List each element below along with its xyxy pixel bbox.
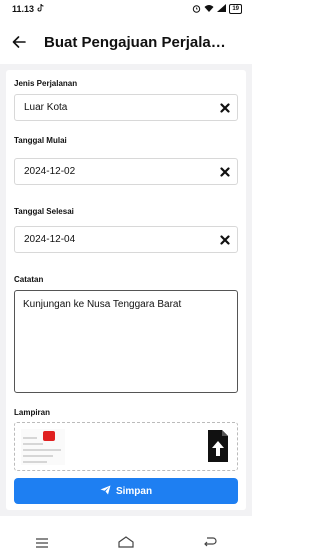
clear-jenis-icon[interactable] [219,102,231,114]
lampiran-label: Lampiran [14,408,51,417]
back-nav-icon[interactable] [203,535,217,553]
tanggal-selesai-value: 2024-12-04 [24,234,76,245]
simpan-button[interactable]: Simpan [14,478,238,504]
tanggal-mulai-label: Tanggal Mulai [14,136,67,145]
send-icon [100,485,111,498]
content-area: Jenis Perjalanan Luar Kota Tanggal Mulai… [0,64,252,516]
simpan-label: Simpan [115,485,153,497]
clear-selesai-icon[interactable] [219,234,231,246]
system-nav-bar [0,528,252,560]
status-bar: 11.13 19 [0,0,252,18]
back-arrow-icon[interactable] [10,33,28,51]
tanggal-selesai-field[interactable]: 2024-12-04 [14,226,238,253]
home-icon[interactable] [118,535,134,553]
tanggal-mulai-value: 2024-12-02 [24,166,76,177]
catatan-label: Catatan [14,275,44,284]
menu-icon[interactable] [35,535,49,553]
jenis-perjalanan-value: Luar Kota [24,102,68,113]
battery-indicator: 19 [229,4,242,14]
signal-icon [217,4,227,14]
lampiran-dropzone[interactable] [14,422,238,471]
page-title: Buat Pengajuan Perjalana... [44,33,234,51]
tiktok-icon [37,3,44,14]
alarm-icon [192,4,201,15]
tanggal-selesai-label: Tanggal Selesai [14,207,74,216]
catatan-textarea[interactable]: Kunjungan ke Nusa Tenggara Barat [14,290,238,393]
form-card: Jenis Perjalanan Luar Kota Tanggal Mulai… [6,70,246,510]
upload-file-icon[interactable] [207,429,229,463]
status-time: 11.13 [12,4,35,14]
clear-mulai-icon[interactable] [219,166,231,178]
attachment-badge [43,431,55,441]
jenis-perjalanan-field[interactable]: Luar Kota [14,94,238,121]
tanggal-mulai-field[interactable]: 2024-12-02 [14,158,238,185]
jenis-perjalanan-label: Jenis Perjalanan [14,79,78,88]
catatan-value: Kunjungan ke Nusa Tenggara Barat [23,299,182,310]
app-bar: Buat Pengajuan Perjalana... [0,22,252,62]
wifi-icon [204,4,214,14]
attachment-thumbnail[interactable] [21,429,65,465]
